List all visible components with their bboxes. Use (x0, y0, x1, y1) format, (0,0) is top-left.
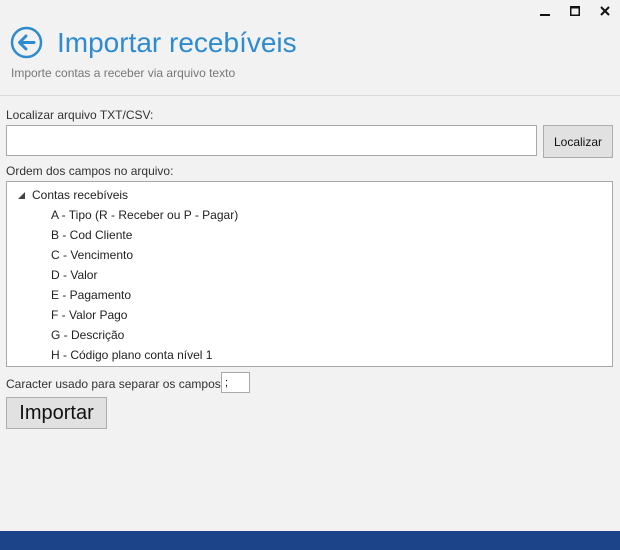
tree-item[interactable]: D - Valor (51, 268, 238, 288)
import-button[interactable]: Importar (6, 397, 107, 429)
locate-button[interactable]: Localizar (543, 125, 613, 158)
footer-bar (0, 531, 620, 550)
tree-item[interactable]: A - Tipo (R - Receber ou P - Pagar) (51, 208, 238, 228)
tree-item[interactable]: E - Pagamento (51, 288, 238, 308)
tree-item[interactable]: H - Código plano conta nível 1 (51, 348, 238, 366)
tree-item[interactable]: B - Cod Cliente (51, 228, 238, 248)
back-button[interactable] (10, 26, 43, 59)
tree-root[interactable]: Contas recebíveis (17, 188, 128, 202)
separator-label: Caracter usado para separar os campos: (6, 377, 225, 391)
tree-item[interactable]: F - Valor Pago (51, 308, 238, 328)
file-path-input[interactable] (6, 125, 537, 156)
page-subtitle: Importe contas a receber via arquivo tex… (11, 66, 236, 80)
tree-expand-toggle[interactable] (17, 191, 26, 200)
expanded-triangle-icon (18, 191, 25, 199)
fields-tree[interactable]: Contas recebíveis A - Tipo (R - Receber … (6, 181, 613, 367)
tree-item[interactable]: G - Descrição (51, 328, 238, 348)
tree-children: A - Tipo (R - Receber ou P - Pagar) B - … (51, 208, 238, 366)
page-header: Importar recebíveis Importe contas a rec… (0, 0, 620, 96)
tree-root-label: Contas recebíveis (32, 188, 129, 202)
back-arrow-icon (10, 26, 43, 59)
file-label: Localizar arquivo TXT/CSV: (6, 108, 154, 122)
page-title: Importar recebíveis (57, 27, 297, 58)
separator-input[interactable] (221, 372, 250, 393)
tree-item[interactable]: C - Vencimento (51, 248, 238, 268)
fields-order-label: Ordem dos campos no arquivo: (6, 164, 174, 178)
